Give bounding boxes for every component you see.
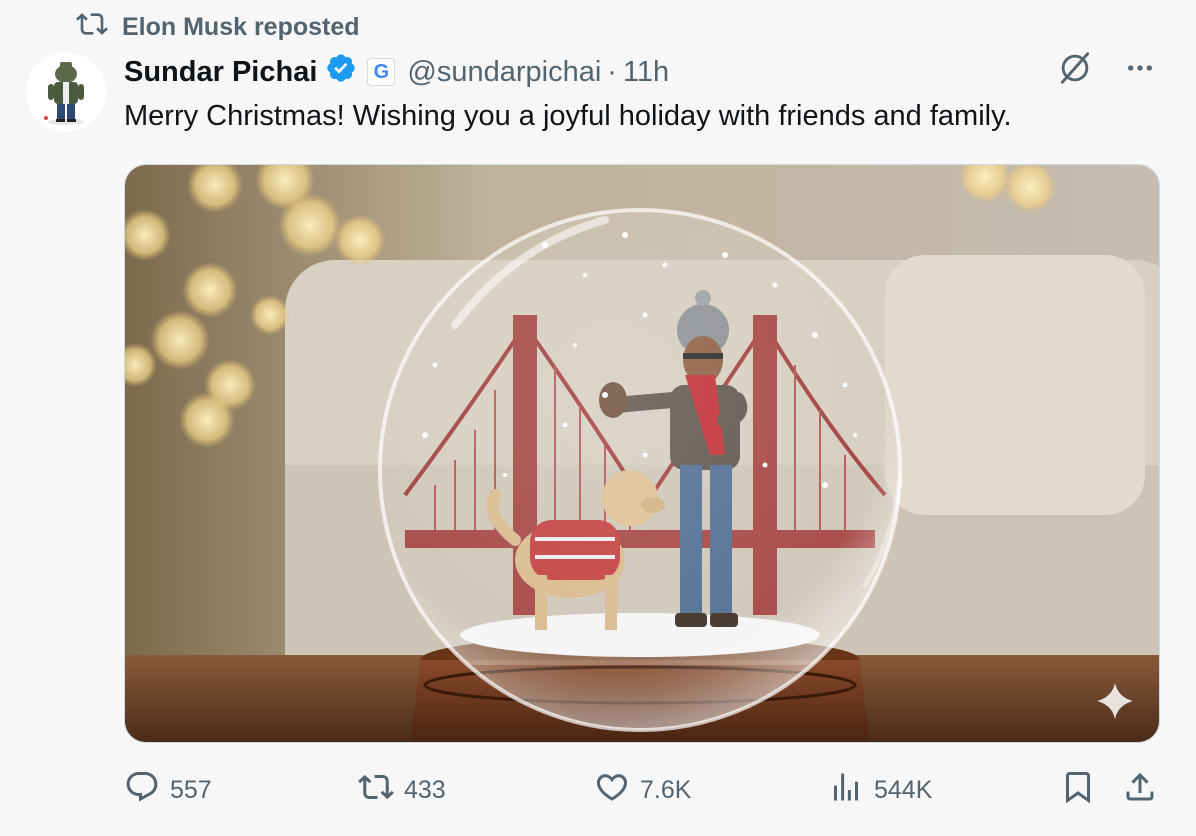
share-button[interactable]: [1122, 769, 1158, 812]
like-count: 7.6K: [640, 775, 692, 804]
views-button[interactable]: 544K: [828, 769, 932, 812]
avatar[interactable]: [26, 52, 106, 132]
views-icon: [828, 769, 864, 812]
grok-icon[interactable]: [1056, 49, 1094, 95]
bookmark-icon: [1060, 769, 1096, 812]
repost-icon: [76, 8, 108, 47]
verified-icon[interactable]: [317, 52, 357, 92]
tweet-text: Merry Christmas! Wishing you a joyful ho…: [124, 100, 1012, 132]
reply-button[interactable]: 557: [124, 769, 212, 812]
like-button[interactable]: 7.6K: [594, 769, 691, 812]
separator: ·: [607, 55, 617, 88]
author-name[interactable]: Sundar Pichai: [124, 56, 317, 89]
reply-count: 557: [170, 775, 212, 804]
timestamp[interactable]: 11h: [623, 56, 669, 89]
views-count: 544K: [874, 775, 933, 804]
bookmark-button[interactable]: [1060, 769, 1096, 812]
tweet-header: Sundar Pichai G @sundarpichai · 11h: [124, 52, 1156, 92]
repost-button[interactable]: 433: [358, 769, 446, 812]
reply-icon: [124, 769, 160, 812]
like-icon: [594, 769, 630, 812]
tweet-image[interactable]: [124, 164, 1160, 743]
action-bar: 557 433 7.6K 544K: [124, 770, 1158, 810]
repost-indicator[interactable]: Elon Musk reposted: [76, 10, 360, 44]
repost-icon: [358, 769, 394, 812]
share-icon: [1122, 769, 1158, 812]
more-icon[interactable]: [1124, 52, 1156, 92]
repost-count: 433: [404, 775, 446, 804]
repost-text: Elon Musk reposted: [122, 12, 360, 41]
affiliation-badge[interactable]: G: [367, 58, 396, 86]
author-handle[interactable]: @sundarpichai: [407, 56, 601, 89]
